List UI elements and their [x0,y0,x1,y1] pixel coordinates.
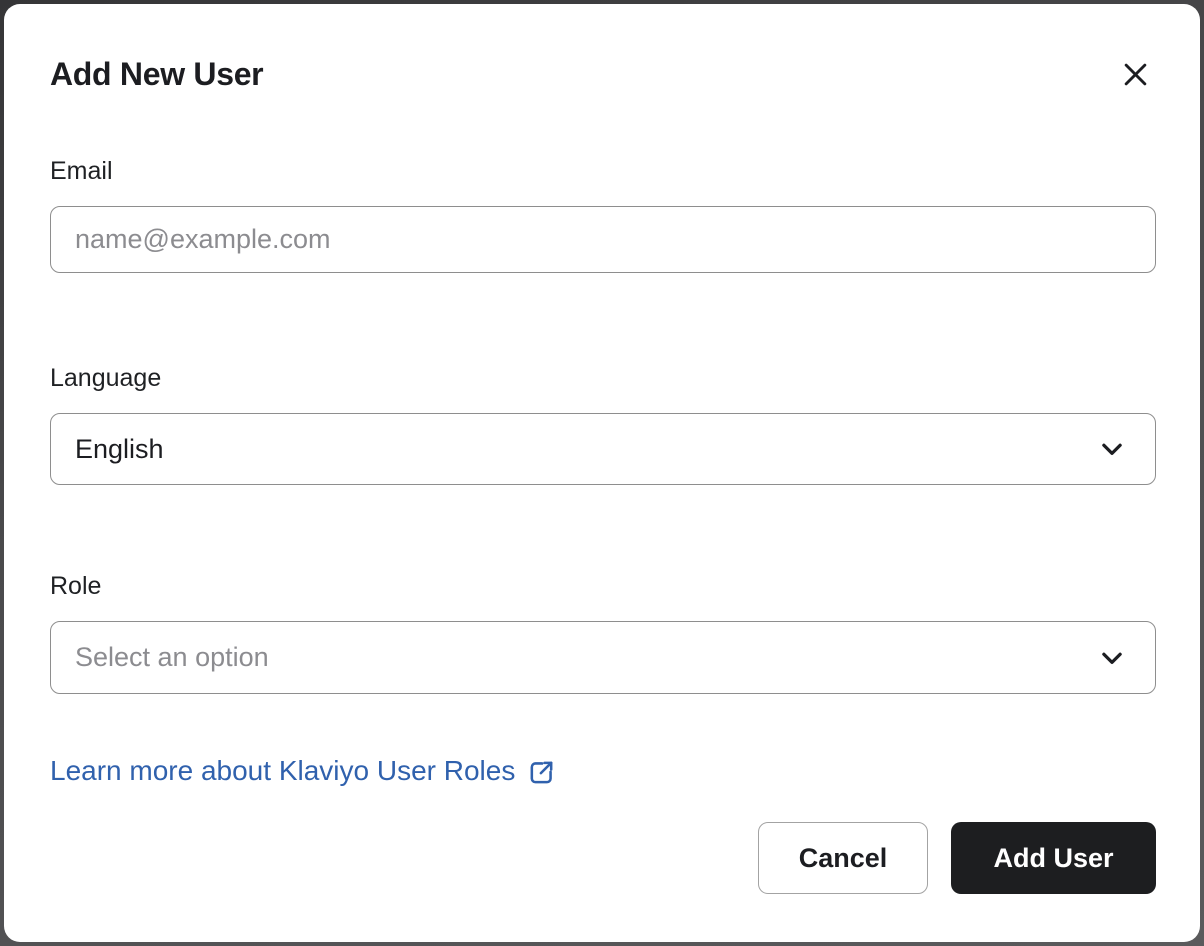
chevron-down-icon [1102,652,1122,664]
email-label: Email [50,157,113,185]
add-user-button[interactable]: Add User [951,822,1156,894]
modal-backdrop: Add New User Email Language English Role… [0,0,1204,946]
add-new-user-modal: Add New User Email Language English Role… [4,4,1200,942]
language-select[interactable]: English [50,412,1156,486]
role-select-placeholder: Select an option [75,642,269,673]
modal-title: Add New User [50,56,264,92]
language-label: Language [50,363,162,392]
role-select[interactable]: Select an option [50,621,1156,694]
user-roles-link[interactable]: Learn more about Klaviyo User Roles [50,755,556,787]
role-label: Role [50,572,102,601]
modal-footer: Cancel Add User [50,822,1156,894]
modal-header: Add New User [50,55,1156,93]
language-select-value: English [75,433,164,464]
external-link-icon [530,761,553,783]
close-icon [1124,63,1147,86]
close-button[interactable] [1117,56,1154,93]
email-field[interactable] [50,206,1156,273]
chevron-down-icon [1102,443,1122,456]
cancel-button[interactable]: Cancel [758,822,928,894]
user-roles-link-text: Learn more about Klaviyo User Roles [50,755,516,786]
